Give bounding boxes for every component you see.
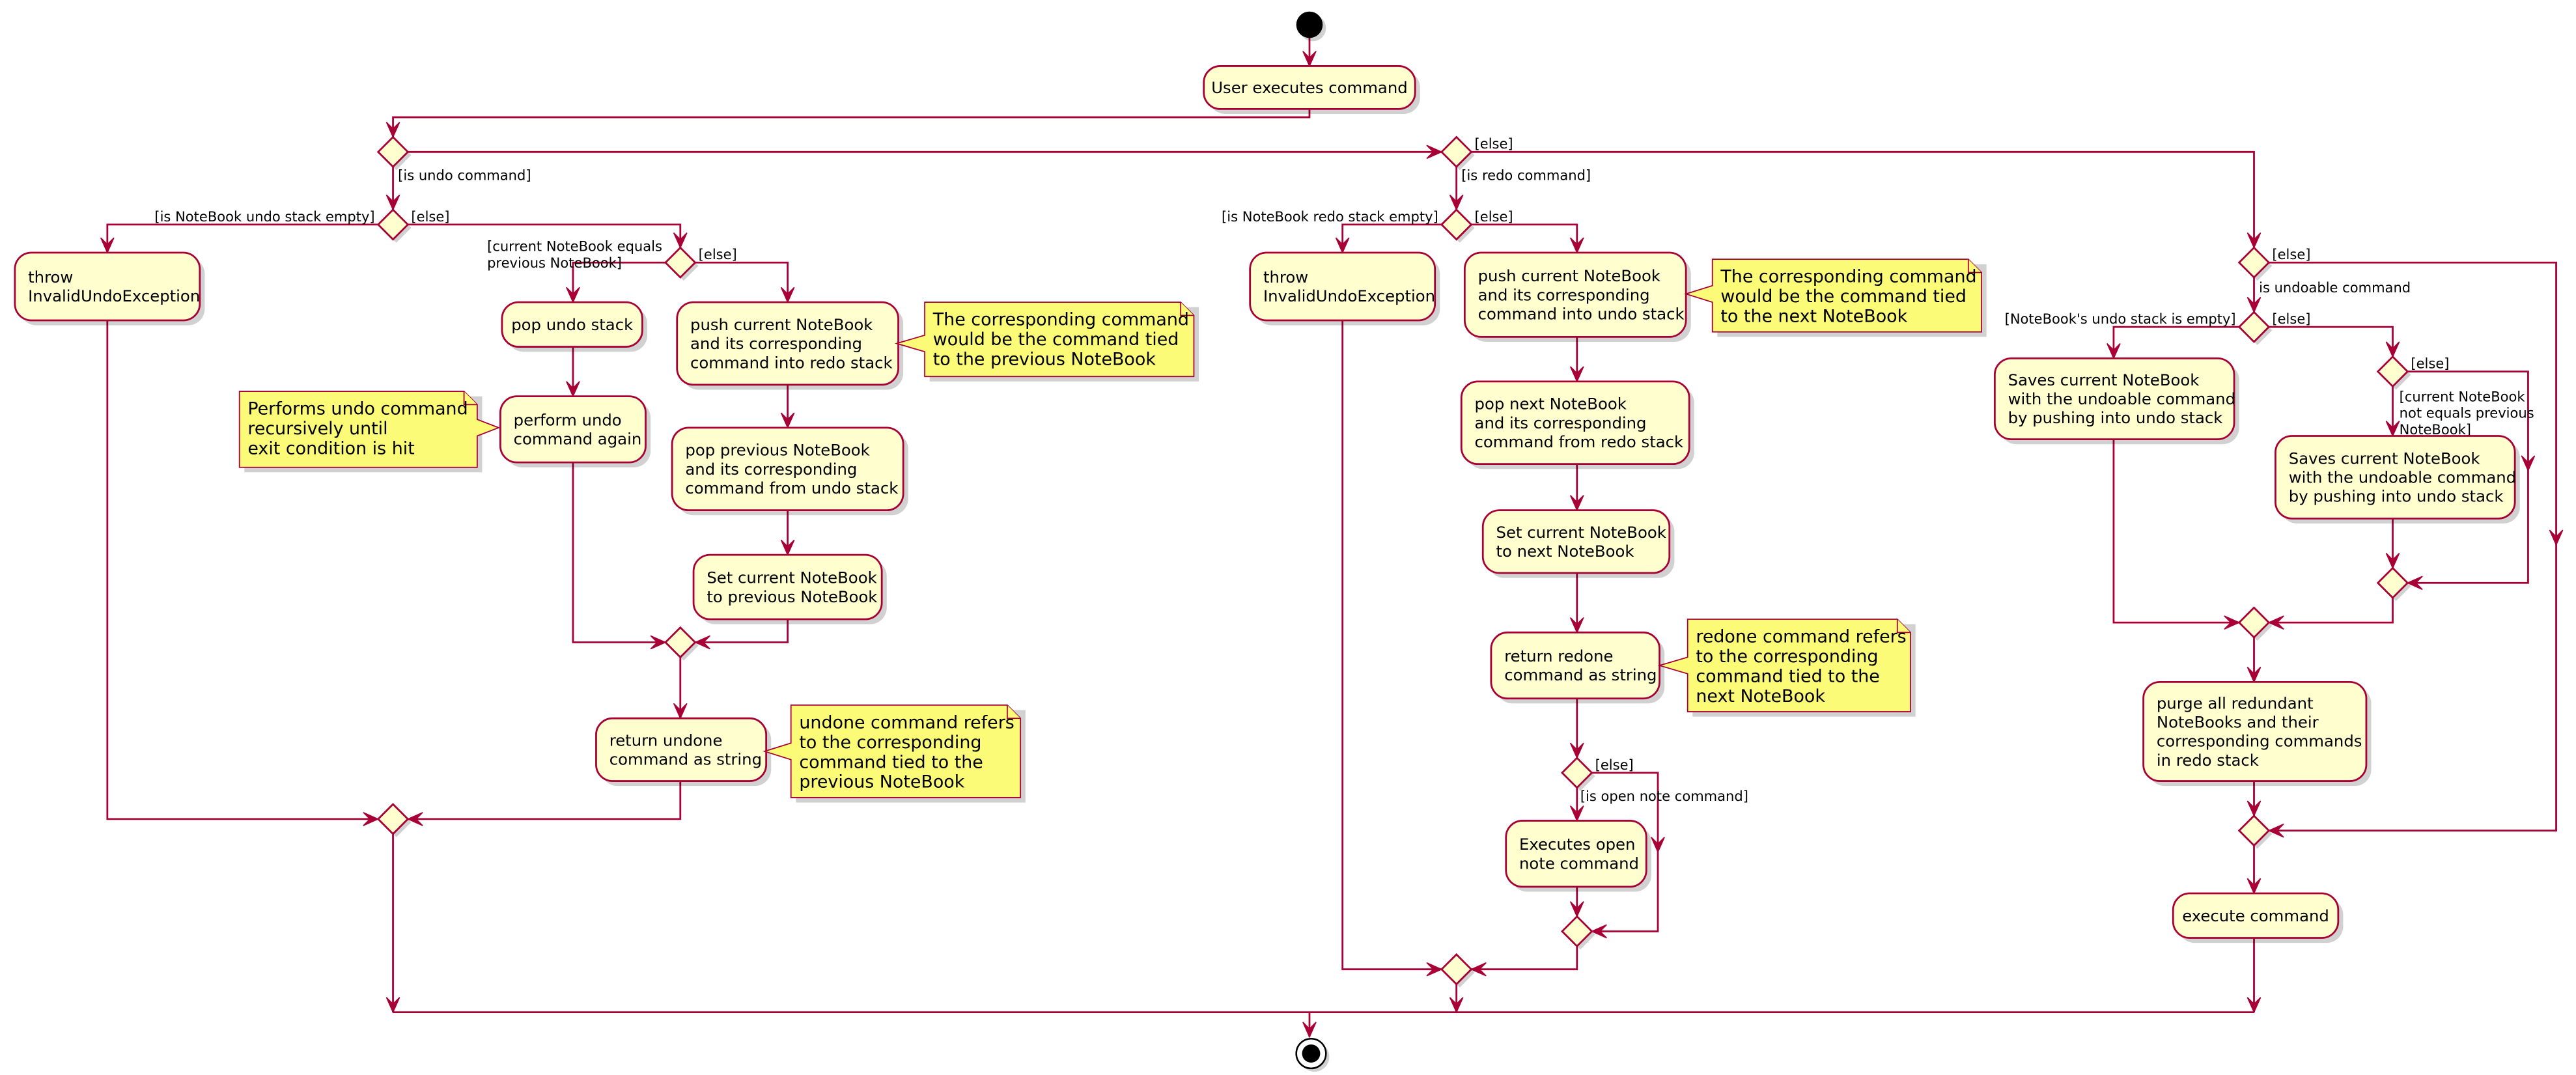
flow-edge (695, 261, 789, 303)
action-label: return redone (1504, 647, 1613, 665)
action-label: by pushing into undo stack (2289, 487, 2504, 506)
action-label: corresponding commands (2157, 732, 2362, 751)
flow-edge (572, 462, 665, 643)
guard-label: [else] (2272, 246, 2310, 262)
action-label: Set current NoteBook (1496, 523, 1667, 542)
action-label: to next NoteBook (1496, 542, 1635, 561)
action-label: and its corresponding (1478, 285, 1650, 304)
action-label: command as string (609, 750, 762, 769)
guard-label: [current NoteBook (2400, 388, 2526, 404)
guard-label: [else] (699, 246, 737, 262)
note-text: redone command refers (1696, 627, 1906, 647)
action-label: User executes command (1211, 78, 1407, 97)
action-label: to previous NoteBook (707, 587, 878, 606)
action-label: return undone (609, 731, 723, 749)
flow-edge (1341, 320, 1442, 971)
action-label: command as string (1504, 665, 1657, 684)
guard-label: [else] (411, 208, 449, 225)
action-label: and its corresponding (690, 334, 862, 353)
action-label: perform undo (514, 410, 622, 429)
flow-edge (2112, 439, 2239, 624)
action-label: command again (514, 430, 642, 449)
note-text: next NoteBook (1696, 686, 1825, 706)
action-label: with the undoable command (2289, 468, 2516, 487)
flow-edge (2269, 598, 2394, 624)
note-text: command tied to the (1696, 666, 1879, 686)
end-node-core (1302, 1044, 1321, 1063)
flow-edge (106, 223, 378, 253)
action-label: throw (28, 268, 73, 286)
action-label: NoteBooks and their (2157, 713, 2319, 732)
start-node (1296, 11, 1323, 38)
note-text: to the corresponding (1696, 647, 1878, 667)
action-label: and its corresponding (685, 460, 857, 479)
action-label: pop next NoteBook (1475, 395, 1627, 413)
note-text: to the previous NoteBook (933, 349, 1156, 369)
action-label: command from redo stack (1475, 432, 1684, 451)
note-text: The corresponding command (1720, 267, 1976, 287)
action-label: throw (1263, 268, 1308, 286)
guard-label: not equals previous (2400, 405, 2534, 421)
note-text: The corresponding command (932, 310, 1189, 330)
action-label: with the undoable command (2008, 389, 2235, 408)
guard-label: [else] (2272, 311, 2310, 327)
flow-edge (2269, 326, 2394, 357)
guard-label: [else] (2411, 356, 2449, 372)
edges (100, 36, 2564, 1039)
action-label: command from undo stack (685, 479, 899, 497)
note-text: exit condition is hit (247, 438, 414, 458)
action-label: Executes open (1519, 835, 1635, 854)
action-label: pop previous NoteBook (685, 441, 870, 460)
action-label: push current NoteBook (1478, 266, 1661, 285)
flow-edge (392, 109, 1311, 137)
flow-edge (1341, 223, 1442, 253)
guard-label: [else] (1475, 208, 1513, 225)
guard-label: [is NoteBook redo stack empty] (1222, 208, 1438, 225)
guard-label: [is NoteBook undo stack empty] (154, 208, 374, 225)
action-label: Saves current NoteBook (2008, 370, 2200, 389)
note-text: to the next NoteBook (1720, 307, 1907, 327)
guard-label: [else] (1595, 757, 1634, 773)
guard-label: [current NoteBook equals (487, 238, 662, 254)
guard-label: [NoteBook's undo stack is empty] (2005, 311, 2236, 327)
action-label: by pushing into undo stack (2008, 408, 2224, 427)
action-label: Saves current NoteBook (2289, 449, 2481, 468)
action-label: execute command (2182, 906, 2329, 925)
action-label: InvalidUndoException (1263, 286, 1435, 305)
action-label: command into undo stack (1478, 304, 1685, 323)
guard-label: [is undo command] (398, 167, 531, 183)
guard-label: [is open note command] (1580, 788, 1748, 804)
note-text: would be the command tied (1720, 286, 1967, 307)
activity-diagram: User executes command [is undo command] [e… (14, 11, 2564, 1072)
action-label: and its corresponding (1475, 413, 1647, 432)
action-label: purge all redundant (2157, 693, 2314, 712)
flow-edge (1471, 150, 2255, 248)
note-text: previous NoteBook (799, 772, 964, 792)
flow-edge (2112, 326, 2239, 359)
note-text: recursively until (247, 419, 387, 439)
guard-label: is undoable command (2259, 279, 2411, 296)
note-text: would be the command tied (933, 329, 1179, 350)
action-label: pop undo stack (511, 315, 634, 334)
action-label: push current NoteBook (690, 315, 873, 334)
flow-edge (1471, 946, 1578, 971)
action-label: InvalidUndoException (28, 286, 200, 305)
note-text: undone command refers (799, 712, 1014, 733)
guard-label: previous NoteBook] (487, 255, 622, 271)
guard-label: [else] (1475, 135, 1513, 152)
action-label: command into redo stack (690, 353, 893, 372)
note-text: Performs undo command (247, 399, 468, 419)
action-label: note command (1519, 854, 1639, 873)
note-text: to the corresponding (799, 733, 981, 753)
flow-edge (1471, 223, 1578, 253)
guard-label: [is redo command] (1461, 167, 1591, 183)
flow-edge (408, 781, 682, 820)
action-label: in redo stack (2157, 751, 2260, 770)
action-label: Set current NoteBook (707, 568, 877, 587)
note-text: command tied to the (799, 752, 983, 772)
